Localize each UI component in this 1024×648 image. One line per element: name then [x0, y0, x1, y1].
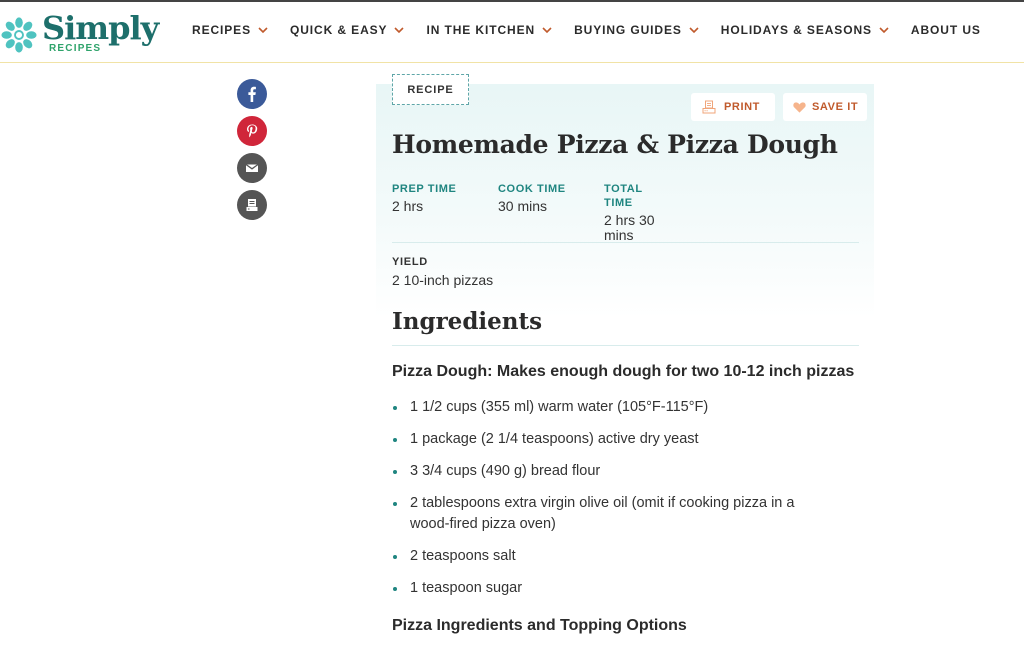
chevron-down-icon	[689, 25, 699, 35]
ingredient-item: 1 teaspoon sugar	[392, 578, 832, 599]
nav-label: HOLIDAYS & SEASONS	[720, 23, 872, 37]
share-facebook-button[interactable]	[237, 79, 267, 109]
email-icon	[245, 163, 259, 172]
heart-icon	[793, 102, 806, 113]
main-nav: RECIPES QUICK & EASY IN THE KITCHEN BUYI…	[192, 23, 1003, 37]
chevron-down-icon	[542, 25, 552, 35]
bullet	[393, 502, 397, 506]
ingredient-item: 3 3/4 cups (490 g) bread flour	[392, 461, 832, 482]
ingredient-item: 2 tablespoons extra virgin olive oil (om…	[392, 493, 832, 535]
share-email-button[interactable]	[237, 153, 267, 183]
recipe-title: Homemade Pizza & Pizza Dough	[392, 130, 838, 159]
logo-subtitle: RECIPES	[49, 43, 102, 54]
divider	[392, 345, 859, 346]
chevron-down-icon	[394, 25, 405, 35]
total-time-label: TOTAL TIME	[604, 183, 643, 209]
save-label: SAVE IT	[812, 101, 859, 113]
ingredient-text: 3 3/4 cups (490 g) bread flour	[410, 463, 601, 479]
bullet	[393, 406, 397, 410]
nav-item-holidays-seasons[interactable]: HOLIDAYS & SEASONS	[721, 23, 889, 37]
ingredient-text: 2 teaspoons salt	[410, 548, 516, 564]
bullet	[393, 438, 397, 442]
prep-time-label: PREP TIME	[392, 183, 457, 195]
ingredient-text: 1 teaspoon sugar	[410, 580, 523, 596]
divider	[392, 242, 859, 243]
ingredients-heading: Ingredients	[392, 308, 543, 335]
nav-item-quick-easy[interactable]: QUICK & EASY	[289, 23, 405, 37]
ingredient-list: 1 1/2 cups (355 ml) warm water (105°F-11…	[392, 397, 832, 610]
site-logo[interactable]: Simply RECIPES	[0, 10, 160, 56]
nav-label: BUYING GUIDES	[574, 23, 682, 37]
ingredient-text: 2 tablespoons extra virgin olive oil (om…	[410, 495, 795, 532]
print-button[interactable]: PRINT	[691, 93, 775, 121]
facebook-icon	[248, 86, 256, 102]
print-icon	[246, 199, 258, 211]
chevron-down-icon	[258, 25, 268, 35]
ingredient-item: 1 package (2 1/4 teaspoons) active dry y…	[392, 429, 832, 450]
nav-label: ABOUT US	[910, 23, 981, 37]
yield-label: YIELD	[392, 256, 428, 268]
logo-wordmark: Simply	[42, 9, 159, 47]
nav-item-recipes[interactable]: RECIPES	[192, 23, 268, 37]
social-share-bar	[237, 79, 267, 227]
yield-value: 2 10-inch pizzas	[392, 272, 494, 288]
cook-time: COOK TIME 30 mins	[498, 182, 588, 214]
save-button[interactable]: SAVE IT	[783, 93, 867, 121]
nav-label: QUICK & EASY	[289, 23, 388, 37]
recipe-tag-label: RECIPE	[407, 83, 454, 96]
nav-item-in-the-kitchen[interactable]: IN THE KITCHEN	[426, 23, 552, 37]
nav-item-about-us[interactable]: ABOUT US	[911, 23, 981, 37]
print-label: PRINT	[724, 101, 760, 113]
ingredient-text: 1 1/2 cups (355 ml) warm water (105°F-11…	[410, 399, 709, 415]
nav-label: RECIPES	[192, 23, 251, 37]
flower-logo-icon	[1, 17, 37, 53]
nav-label: IN THE KITCHEN	[426, 23, 536, 37]
ingredient-section-heading: Pizza Ingredients and Topping Options	[392, 617, 687, 634]
share-print-button[interactable]	[237, 190, 267, 220]
cook-time-value: 30 mins	[498, 198, 548, 214]
ingredient-text: 1 package (2 1/4 teaspoons) active dry y…	[410, 431, 699, 447]
ingredient-item: 2 teaspoons salt	[392, 546, 832, 567]
bullet	[393, 587, 397, 591]
cook-time-label: COOK TIME	[498, 183, 566, 195]
share-pinterest-button[interactable]	[237, 116, 267, 146]
ingredient-section-heading: Pizza Dough: Makes enough dough for two …	[392, 363, 855, 380]
pinterest-icon	[247, 124, 258, 138]
prep-time: PREP TIME 2 hrs	[392, 182, 482, 214]
ingredient-item: 1 1/2 cups (355 ml) warm water (105°F-11…	[392, 397, 832, 418]
total-time: TOTAL TIME 2 hrs 30 mins	[604, 182, 674, 243]
nav-item-buying-guides[interactable]: BUYING GUIDES	[574, 23, 699, 37]
bullet	[393, 555, 397, 559]
recipe-tag: RECIPE	[392, 74, 469, 105]
prep-time-value: 2 hrs	[392, 198, 424, 214]
site-header: Simply RECIPES RECIPES QUICK & EASY IN T…	[0, 2, 1024, 63]
total-time-value: 2 hrs 30 mins	[604, 212, 655, 243]
bullet	[393, 470, 397, 474]
chevron-down-icon	[879, 25, 889, 35]
print-icon	[702, 100, 716, 114]
